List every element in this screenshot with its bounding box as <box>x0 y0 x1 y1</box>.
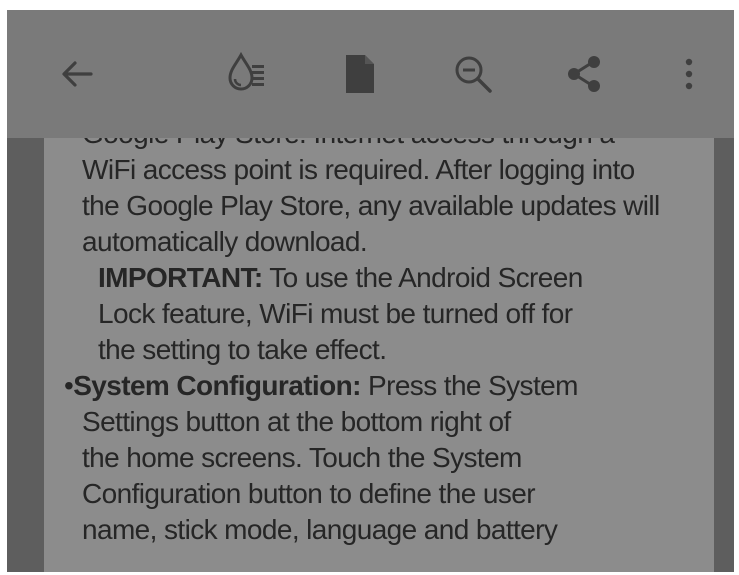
back-arrow-icon <box>57 54 97 94</box>
bullet-label: System Configuration: <box>73 370 361 401</box>
important-label: IMPORTANT: <box>98 262 263 293</box>
bullet-continuation-line: name, stick mode, language and battery <box>82 514 558 545</box>
zoom-out-icon <box>451 52 495 96</box>
document-icon <box>340 52 380 96</box>
important-note-line: the setting to take effect. <box>98 334 387 365</box>
document-button[interactable] <box>328 42 392 106</box>
zoom-out-button[interactable] <box>441 42 505 106</box>
reading-mode-icon <box>222 50 270 98</box>
more-options-button[interactable] <box>657 42 721 106</box>
toolbar <box>7 10 734 138</box>
bullet-line: •System Configuration: Press the System <box>64 368 702 404</box>
important-note-line: IMPORTANT: To use the Android Screen <box>82 260 702 296</box>
document-text: Google Play Store. Internet access throu… <box>64 138 702 548</box>
paragraph-line: the Google Play Store, any available upd… <box>82 190 660 221</box>
bullet-continuation-line: Configuration button to define the user <box>82 478 536 509</box>
bullet-continuation-line: Settings button at the bottom right of <box>82 406 511 437</box>
document-viewer: Google Play Store. Internet access throu… <box>7 10 734 572</box>
bullet-continuation-line: the home screens. Touch the System <box>82 442 522 473</box>
share-icon <box>564 54 604 94</box>
document-page[interactable]: Google Play Store. Internet access throu… <box>44 138 714 572</box>
cutoff-line: Google Play Store. Internet access throu… <box>82 138 702 152</box>
paragraph-line: automatically download. <box>82 226 368 257</box>
important-text: To use the Android Screen <box>262 262 583 293</box>
back-button[interactable] <box>45 42 109 106</box>
reading-mode-button[interactable] <box>214 42 278 106</box>
share-button[interactable] <box>552 42 616 106</box>
more-options-icon <box>681 54 697 94</box>
important-note-line: Lock feature, WiFi must be turned off fo… <box>98 298 573 329</box>
paragraph-line: WiFi access point is required. After log… <box>82 154 635 185</box>
bullet-text: Press the System <box>360 370 578 401</box>
bullet-marker: • <box>64 370 74 401</box>
